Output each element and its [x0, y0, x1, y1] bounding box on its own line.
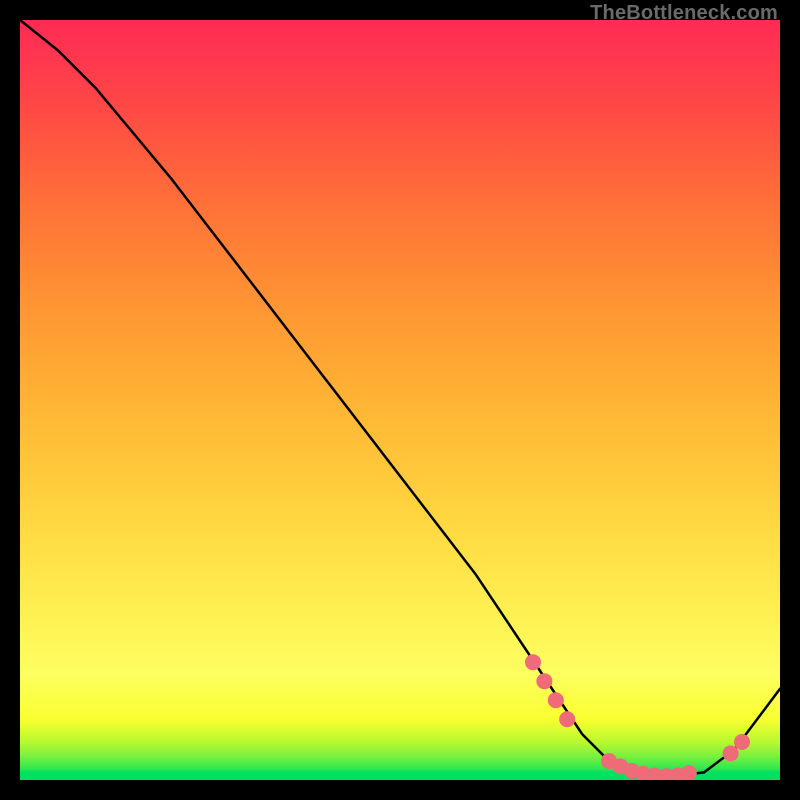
- chart-marker: [734, 734, 750, 750]
- chart-marker: [548, 692, 564, 708]
- chart-marker: [723, 745, 739, 761]
- chart-svg: [20, 20, 780, 780]
- chart-plot-area: [20, 20, 780, 780]
- chart-curve: [20, 20, 780, 776]
- chart-frame: TheBottleneck.com: [0, 0, 800, 800]
- chart-marker: [681, 765, 697, 780]
- attribution-label: TheBottleneck.com: [590, 2, 778, 25]
- chart-marker: [525, 654, 541, 670]
- chart-marker: [536, 673, 552, 689]
- chart-marker: [559, 711, 575, 727]
